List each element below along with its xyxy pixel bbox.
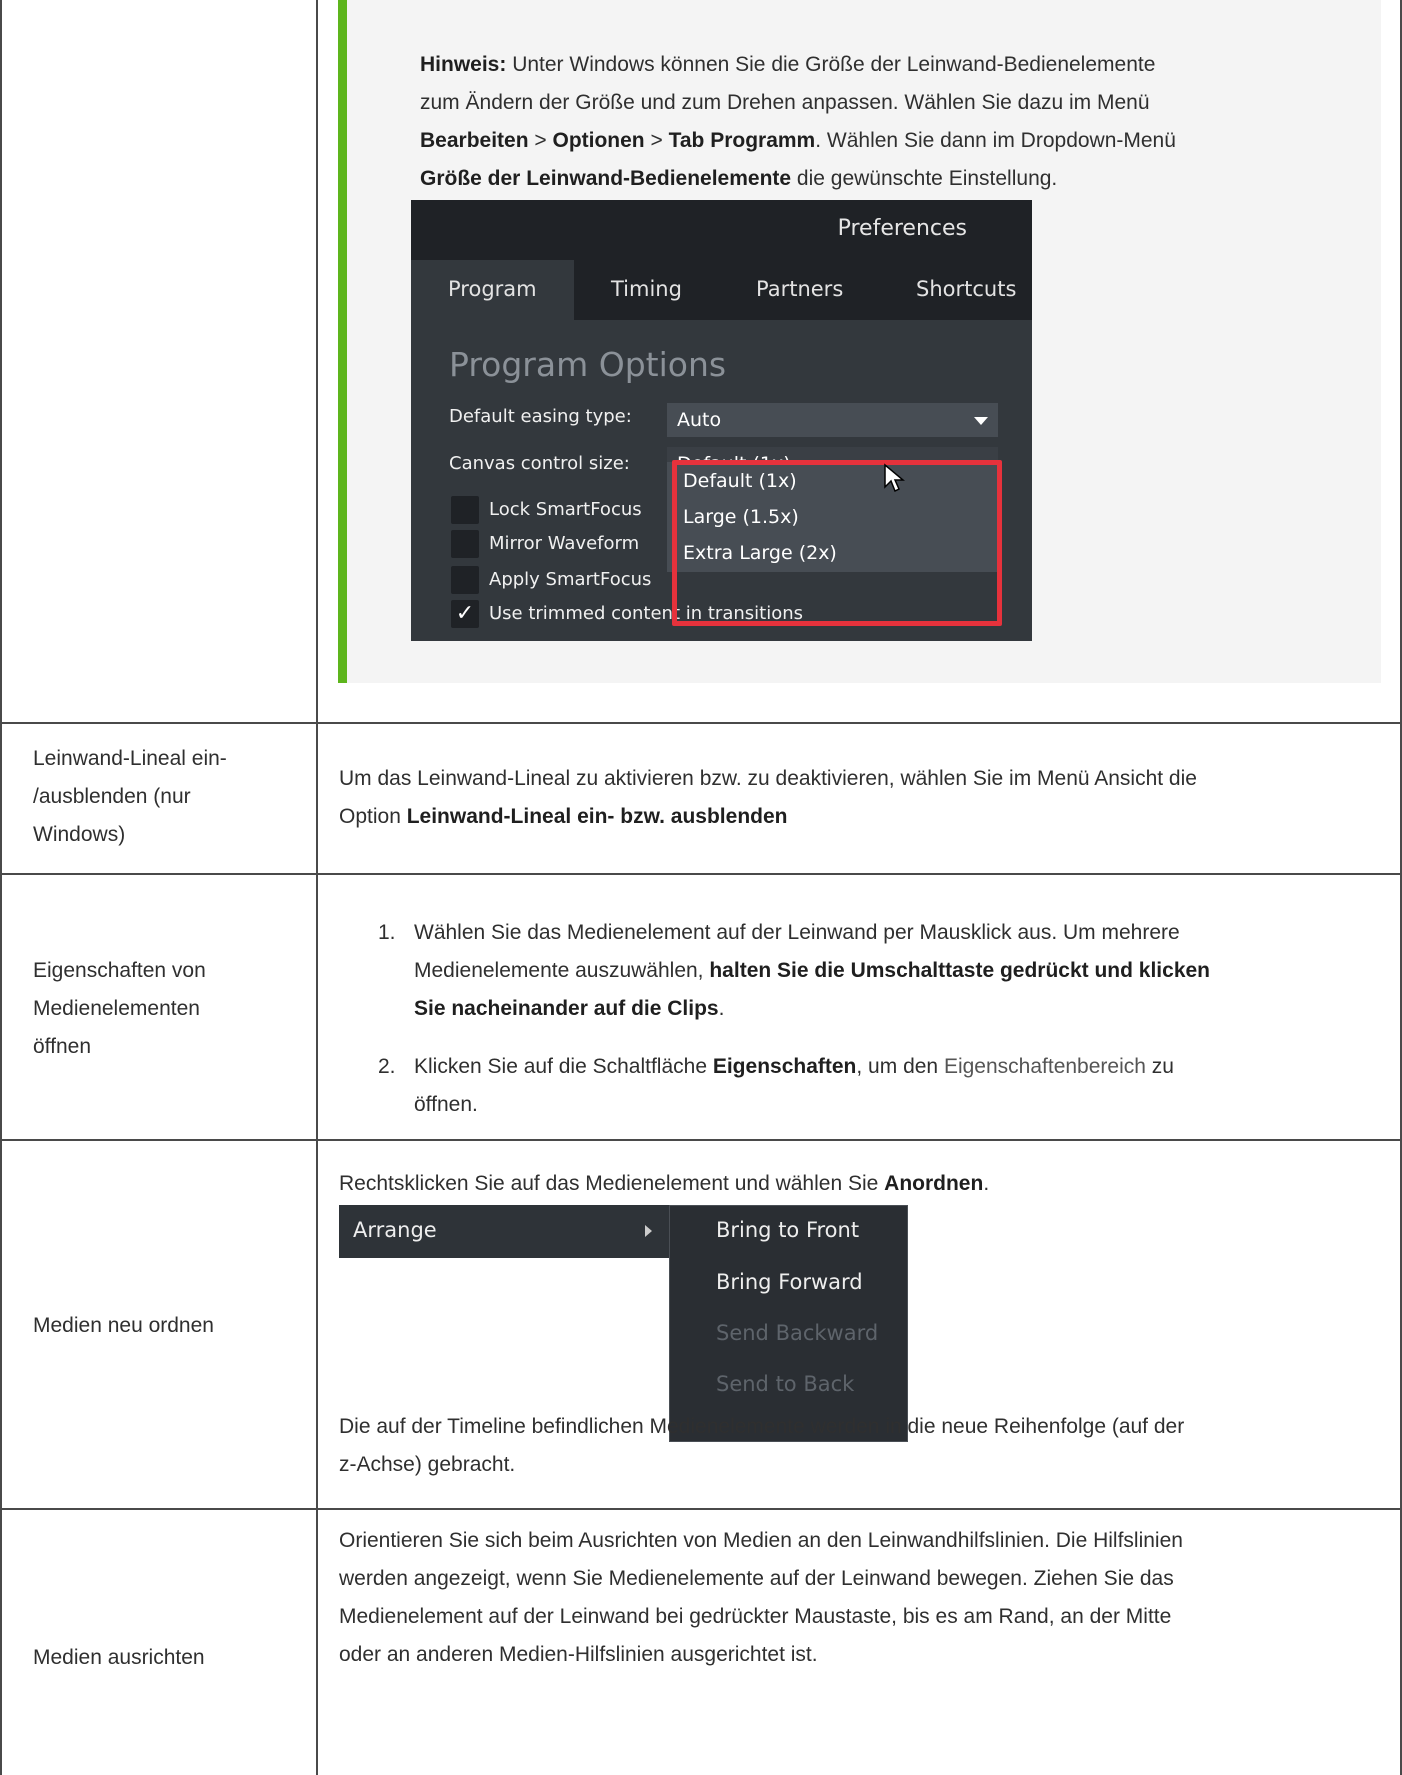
easing-value: Auto [677,409,722,431]
checkbox-label: Lock SmartFocus [489,499,642,520]
dropdown-name: Größe der Leinwand-Bedienelemente [420,167,792,190]
submenu-item-send-to-back: Send to Back [716,1372,855,1396]
note-prefix: Hinweis: [420,53,507,76]
menu-option-name: Anordnen [884,1172,984,1195]
tab-partners[interactable]: Partners [756,273,843,305]
step-text: zu [1145,1055,1174,1078]
content-line: oder an anderen Medien-Hilfslinien ausge… [339,1643,818,1666]
note-line: zum Ändern der Größe und zum Drehen anpa… [420,91,1150,114]
row-divider [0,722,1402,724]
easing-label: Default easing type: [449,406,632,427]
menu-path-program-tab: Tab Programm [668,129,816,152]
step-2: Klicken Sie auf die Schaltfläche Eigensc… [414,1048,1374,1124]
label-line: Leinwand-Lineal ein- [33,747,227,770]
arrange-intro: Rechtsklicken Sie auf das Medienelement … [339,1165,1379,1203]
checkbox-label: Mirror Waveform [489,533,640,554]
content-line: Die auf der Timeline befindlichen Medien… [339,1415,1185,1438]
menu-path-edit: Bearbeiten [420,129,529,152]
label-line: Windows) [33,823,126,846]
step-bold: Sie nacheinander auf die Clips [414,997,719,1020]
content-text: Rechtsklicken Sie auf das Medienelement … [339,1172,885,1195]
checkmark-icon: ✓ [455,601,475,626]
checkbox-apply-smartfocus[interactable] [451,566,479,594]
row-label-arrange: Medien neu ordnen [33,1314,214,1337]
step-text: , um den [856,1055,944,1078]
step-number: 2. [378,1055,396,1078]
step-text: Medienelemente auszuwählen, [414,959,710,982]
prefs-tabbar: Program Timing Partners Shortcuts [411,260,1032,320]
note-line: . Wählen Sie dann im Dropdown-Menü [815,129,1176,152]
mouse-pointer-icon [884,463,905,493]
tab-program[interactable]: Program [411,260,574,320]
preferences-screenshot: Preferences Program Timing Partners Shor… [411,200,1032,641]
submenu-item-bring-to-front[interactable]: Bring to Front [716,1213,859,1247]
arrange-menu-screenshot: Arrange Bring to Front Bring Forward Sen… [339,1205,908,1442]
arrange-menu-label: Arrange [353,1218,437,1242]
arrange-submenu: Bring to Front Bring Forward Send Backwa… [669,1205,908,1442]
properties-panel-link[interactable]: Eigenschaftenbereich [944,1055,1146,1078]
submenu-item-bring-forward[interactable]: Bring Forward [716,1265,863,1299]
content-line: z-Achse) gebracht. [339,1453,516,1476]
label-line: /ausblenden (nur [33,785,191,808]
checkbox-lock-smartfocus[interactable] [451,496,479,524]
checkbox-use-trimmed[interactable]: ✓ [451,600,479,628]
step-line: Wählen Sie das Medienelement auf der Lei… [414,921,1180,944]
tab-timing[interactable]: Timing [611,273,682,305]
checkbox-label: Apply SmartFocus [489,569,652,590]
chevron-right-icon [645,1225,652,1237]
step-1: Wählen Sie das Medienelement auf der Lei… [414,914,1374,1028]
content-text: Option [339,805,407,828]
note-line: die gewünschte Einstellung. [791,167,1058,190]
content-line: Medienelement auf der Leinwand bei gedrü… [339,1605,1172,1628]
path-separator: > [644,129,669,152]
step-line: öffnen. [414,1093,478,1116]
label-line: Eigenschaften von [33,959,206,982]
step-text: Klicken Sie auf die Schaltfläche [414,1055,713,1078]
prefs-title: Preferences [837,216,967,241]
row-label-ruler: Leinwand-Lineal ein- /ausblenden (nur Wi… [33,740,303,854]
checkbox-mirror-waveform[interactable] [451,530,479,558]
content-line: werden angezeigt, wenn Sie Medienelement… [339,1567,1174,1590]
prefs-heading: Program Options [449,345,727,384]
content-line: Um das Leinwand-Lineal zu aktivieren bzw… [339,767,1197,790]
path-separator: > [528,129,553,152]
chevron-down-icon [974,417,988,425]
align-text: Orientieren Sie sich beim Ausrichten von… [339,1522,1384,1674]
step-number: 1. [378,921,396,944]
step-bold: halten Sie die Umschalttaste gedrückt un… [709,959,1211,982]
prefs-titlebar: Preferences [411,200,1032,260]
row-label-properties: Eigenschaften von Medienelementen öffnen [33,952,303,1066]
note-line: Unter Windows können Sie die Größe der L… [506,53,1156,76]
content-text: . [983,1172,990,1195]
label-line: öffnen [33,1035,92,1058]
step-bold: Eigenschaften [712,1055,857,1078]
menu-option-name: Leinwand-Lineal ein- bzw. ausblenden [406,805,788,828]
note-text: Hinweis: Unter Windows können Sie die Gr… [420,46,1350,198]
arrange-menu-item[interactable]: Arrange [339,1205,669,1258]
step-text: . [718,997,725,1020]
content-line: Orientieren Sie sich beim Ausrichten von… [339,1529,1183,1552]
row-divider [0,1508,1402,1510]
canvas-size-label: Canvas control size: [449,453,630,474]
easing-select[interactable]: Auto [667,403,998,437]
label-line: Medienelementen [33,997,200,1020]
row-label-align: Medien ausrichten [33,1646,205,1669]
row-content-ruler: Um das Leinwand-Lineal zu aktivieren bzw… [339,760,1379,836]
row-divider [0,873,1402,875]
highlight-box [672,460,1002,626]
submenu-item-send-backward: Send Backward [716,1321,879,1345]
row-divider [0,1139,1402,1141]
arrange-outro: Die auf der Timeline befindlichen Medien… [339,1408,1384,1484]
menu-path-options: Optionen [552,129,645,152]
tab-shortcuts[interactable]: Shortcuts [916,273,1016,305]
